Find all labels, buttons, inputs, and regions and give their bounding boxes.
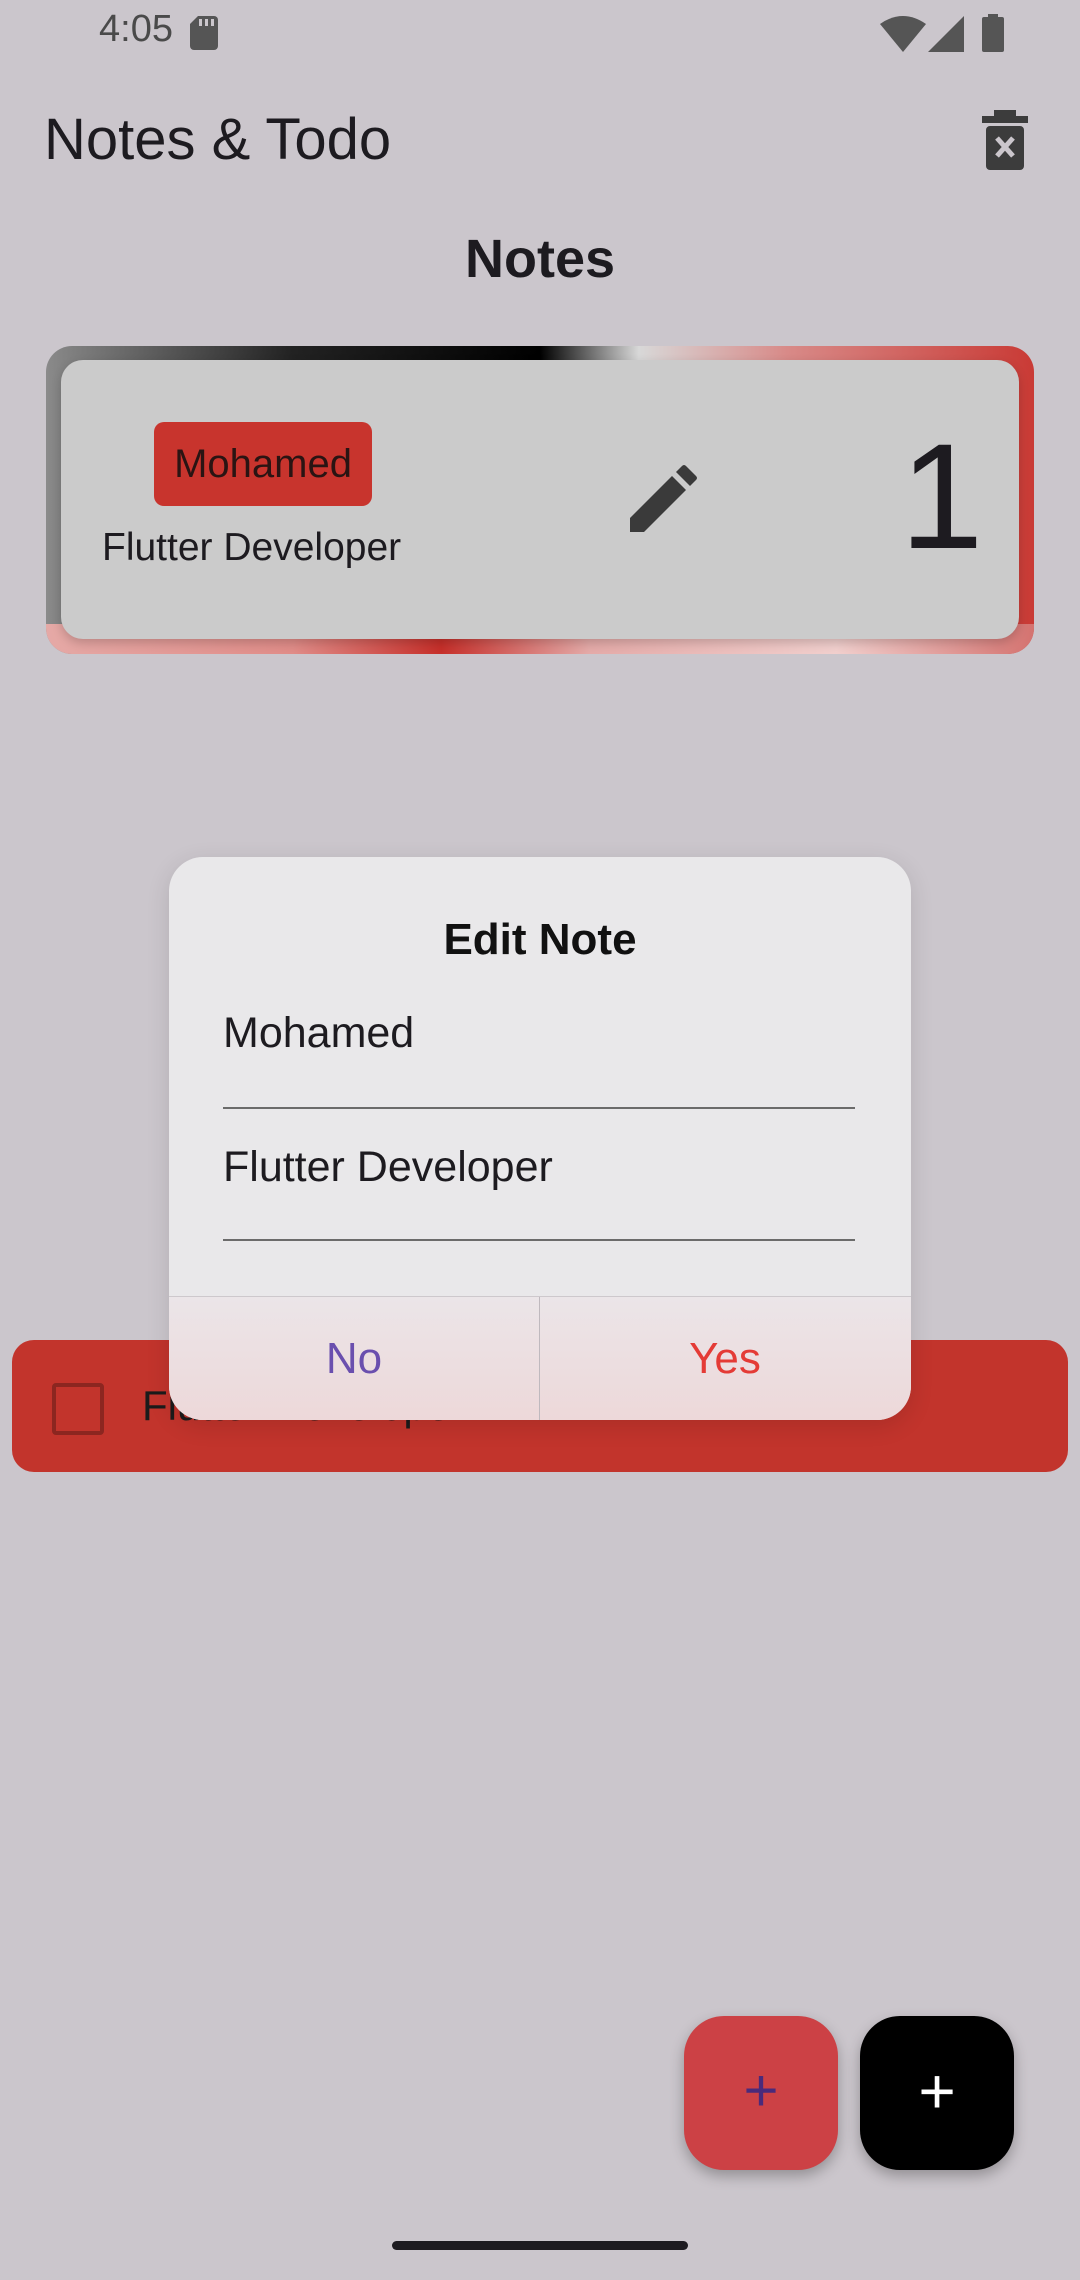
- sd-card-icon: [190, 16, 218, 50]
- yes-button[interactable]: Yes: [540, 1297, 910, 1420]
- add-note-button[interactable]: +: [684, 2016, 838, 2170]
- battery-icon: [982, 14, 1004, 52]
- status-time: 4:05: [99, 8, 173, 50]
- note-title-input[interactable]: [223, 1009, 855, 1058]
- delete-forever-icon[interactable]: [980, 110, 1030, 170]
- dialog-title: Edit Note: [443, 915, 637, 964]
- app-title: Notes & Todo: [44, 107, 392, 172]
- dialog-actions: No Yes: [169, 1296, 911, 1420]
- note-body-input[interactable]: [223, 1143, 855, 1192]
- notes-heading: Notes: [464, 229, 616, 289]
- note-body-field[interactable]: [223, 1131, 855, 1241]
- note-title-field[interactable]: [223, 997, 855, 1109]
- wifi-icon: [880, 16, 926, 52]
- gesture-nav-handle[interactable]: [392, 2241, 688, 2250]
- add-todo-button[interactable]: +: [860, 2016, 1014, 2170]
- note-number: 1: [900, 412, 984, 580]
- signal-icon: [928, 16, 964, 52]
- note-subtitle: Flutter Developer: [102, 526, 402, 569]
- edit-note-dialog: Edit Note No Yes: [169, 857, 911, 1420]
- note-title: Mohamed: [154, 422, 372, 506]
- no-button[interactable]: No: [169, 1297, 540, 1420]
- todo-checkbox[interactable]: [52, 1383, 104, 1435]
- edit-icon[interactable]: [626, 464, 698, 536]
